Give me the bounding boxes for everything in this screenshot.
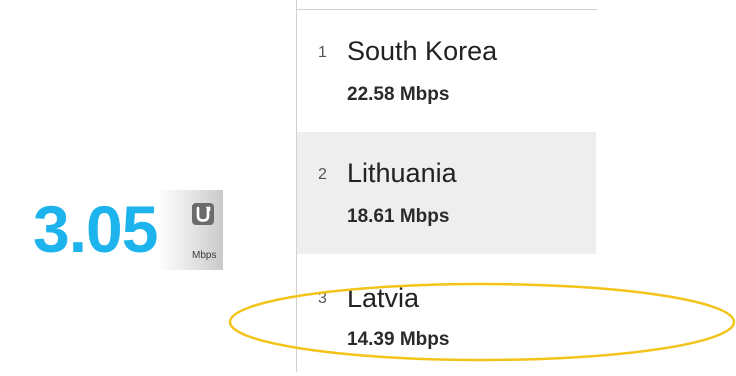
rank-item-latvia[interactable]: 3 Latvia 14.39 Mbps xyxy=(297,254,596,376)
speed-value: 3.05 xyxy=(33,192,158,266)
rank-number: 1 xyxy=(318,44,327,61)
speed-unit: Mbps xyxy=(192,250,217,261)
rank-country: Lithuania xyxy=(347,158,457,188)
rank-speed: 18.61 Mbps xyxy=(347,206,450,227)
country-ranking-list: 1 South Korea 22.58 Mbps 2 Lithuania 18.… xyxy=(296,0,597,372)
rank-number: 3 xyxy=(318,290,327,307)
rank-item-south-korea[interactable]: 1 South Korea 22.58 Mbps xyxy=(297,10,596,132)
rank-country: Latvia xyxy=(347,283,420,313)
speed-widget: 3.05 Mbps xyxy=(33,190,223,270)
rank-number: 2 xyxy=(318,166,327,183)
rank-speed: 14.39 Mbps xyxy=(347,329,450,350)
rank-country: South Korea xyxy=(347,36,498,66)
rank-speed: 22.58 Mbps xyxy=(347,84,450,105)
rank-item-lithuania[interactable]: 2 Lithuania 18.61 Mbps xyxy=(297,132,596,254)
speedtest-u-icon xyxy=(192,203,214,225)
